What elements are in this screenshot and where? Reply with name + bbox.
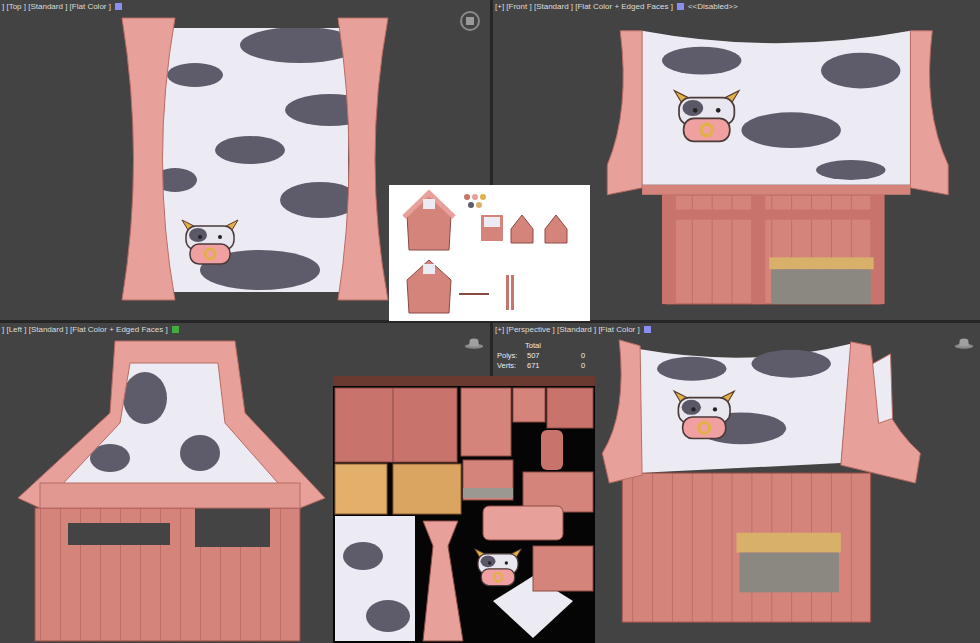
viewport-label[interactable]: [+] [Front ] [Standard ] [Flat Color + E…	[495, 2, 738, 11]
statistics-overlay: TotalPolys:5070Verts:6710	[497, 341, 585, 371]
stats-row: Polys:5070	[497, 351, 585, 361]
viewport-label[interactable]: [+] [Perspective ] [Standard ] [Flat Col…	[495, 325, 651, 334]
barn-front-view	[607, 31, 948, 304]
barn-left-view	[18, 341, 325, 641]
stats-row: Verts:6710	[497, 361, 585, 371]
shading-color-icon	[677, 3, 684, 10]
viewport-layout: ] [Top ] [Standard ] [Flat Color ] [+] [F…	[0, 0, 980, 643]
shading-color-icon	[172, 326, 179, 333]
steering-wheel-icon[interactable]	[954, 337, 974, 349]
shading-color-icon	[115, 3, 122, 10]
uv-texture-map	[333, 376, 595, 643]
barn-perspective-view	[602, 340, 920, 622]
viewcube-icon[interactable]	[458, 9, 482, 33]
viewport-label[interactable]: ] [Left ] [Standard ] [Flat Color + Edge…	[2, 325, 179, 334]
shading-color-icon	[644, 326, 651, 333]
viewport-label[interactable]: ] [Top ] [Standard ] [Flat Color ]	[2, 2, 122, 11]
steering-wheel-icon[interactable]	[464, 337, 484, 349]
reference-sheet	[389, 185, 590, 321]
barn-top-view	[122, 18, 388, 300]
